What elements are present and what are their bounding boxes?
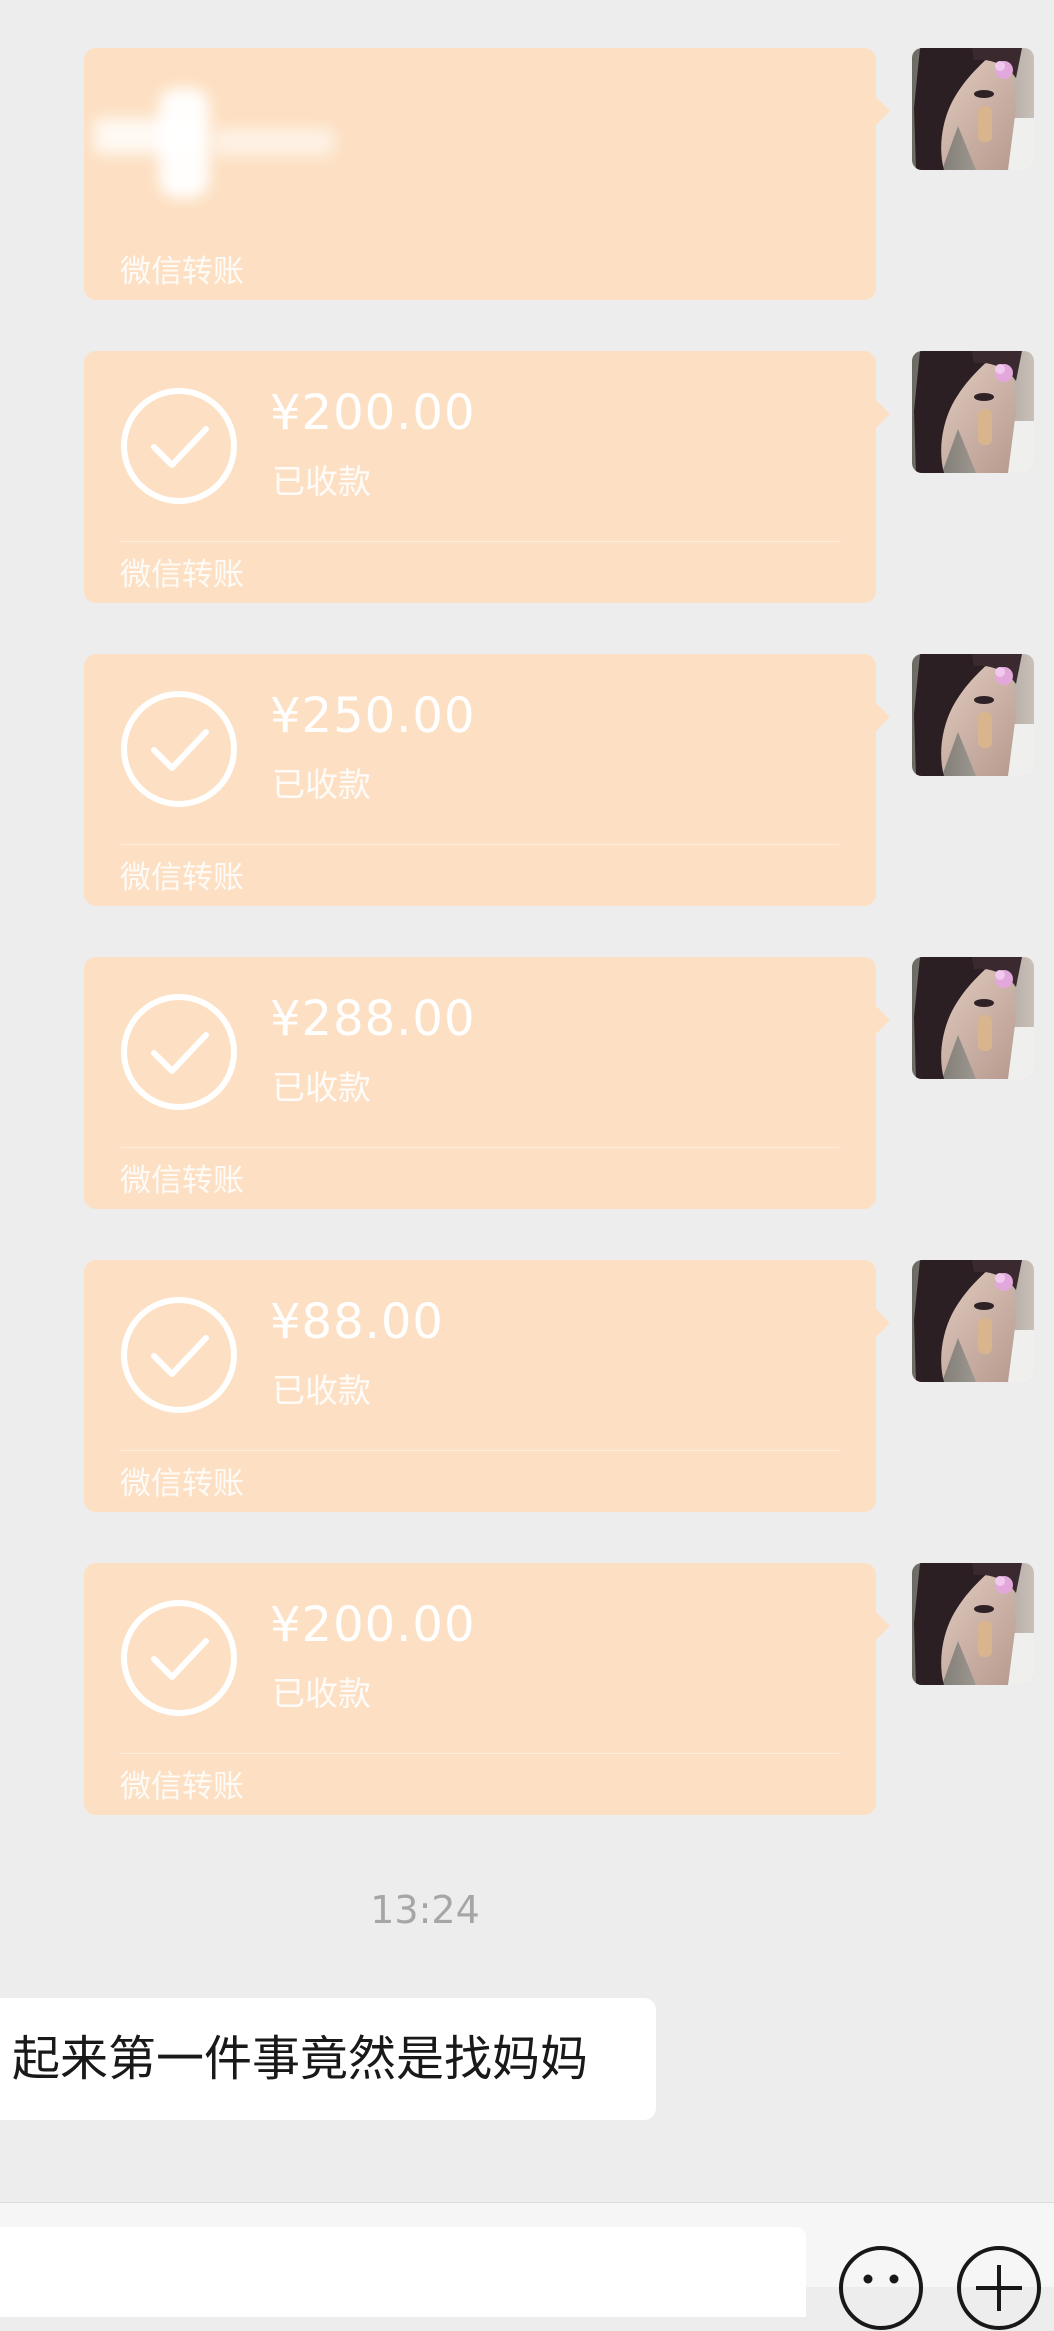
transfer-label: 微信转账	[120, 1163, 244, 1199]
transfer-bubble[interactable]: ¥288.00 已收款 微信转账	[84, 957, 890, 1209]
transfer-status: 已收款	[272, 462, 371, 501]
avatar[interactable]	[912, 48, 1034, 170]
bubble-divider	[120, 1450, 840, 1451]
transfer-amount: ¥88.00	[270, 1294, 444, 1350]
transfer-message-row: 微信转账	[0, 48, 1054, 300]
chat-area: 微信转账 ¥200.00 已收款 微信转账 ¥250.00 已收款 微信转账 ¥…	[0, 0, 1054, 2330]
blurred-amount	[84, 78, 344, 228]
incoming-text-message[interactable]: 起来第一件事竟然是找妈妈	[0, 1998, 656, 2120]
check-circle-icon	[121, 1297, 237, 1413]
transfer-status: 已收款	[272, 765, 371, 804]
transfer-label: 微信转账	[120, 557, 244, 593]
transfer-message-row: ¥88.00 已收款 微信转账	[0, 1260, 1054, 1512]
bubble-divider	[120, 541, 840, 542]
transfer-bubble[interactable]: ¥250.00 已收款 微信转账	[84, 654, 890, 906]
transfer-label: 微信转账	[120, 1769, 244, 1805]
avatar[interactable]	[912, 957, 1034, 1079]
input-toolbar	[0, 2202, 1054, 2330]
avatar[interactable]	[912, 654, 1034, 776]
message-input[interactable]	[0, 2227, 806, 2317]
transfer-amount: ¥200.00	[270, 385, 476, 441]
transfer-bubble[interactable]: ¥200.00 已收款 微信转账	[84, 1563, 890, 1815]
check-circle-icon	[121, 388, 237, 504]
bubble-divider	[120, 844, 840, 845]
transfer-bubble[interactable]: ¥88.00 已收款 微信转账	[84, 1260, 890, 1512]
avatar[interactable]	[912, 351, 1034, 473]
check-circle-icon	[121, 994, 237, 1110]
check-circle-icon	[121, 691, 237, 807]
transfer-message-row: ¥288.00 已收款 微信转账	[0, 957, 1054, 1209]
transfer-label: 微信转账	[120, 254, 244, 290]
transfer-amount: ¥200.00	[270, 1597, 476, 1653]
transfer-status: 已收款	[272, 1371, 371, 1410]
transfer-bubble[interactable]: 微信转账	[84, 48, 890, 300]
transfer-bubble[interactable]: ¥200.00 已收款 微信转账	[84, 351, 890, 603]
bubble-divider	[120, 1147, 840, 1148]
transfer-status: 已收款	[272, 1068, 371, 1107]
transfer-amount: ¥250.00	[270, 688, 476, 744]
transfer-message-row: ¥200.00 已收款 微信转账	[0, 1563, 1054, 1815]
transfer-label: 微信转账	[120, 1466, 244, 1502]
check-circle-icon	[121, 1600, 237, 1716]
bubble-divider	[120, 1753, 840, 1754]
transfer-status: 已收款	[272, 1674, 371, 1713]
avatar[interactable]	[912, 1260, 1034, 1382]
plus-circle-icon[interactable]	[956, 2245, 1042, 2331]
transfer-amount: ¥288.00	[270, 991, 476, 1047]
message-timestamp: 13:24	[370, 1888, 480, 1932]
transfer-message-row: ¥250.00 已收款 微信转账	[0, 654, 1054, 906]
avatar[interactable]	[912, 1563, 1034, 1685]
smile-icon[interactable]	[838, 2245, 924, 2331]
transfer-label: 微信转账	[120, 860, 244, 896]
transfer-message-row: ¥200.00 已收款 微信转账	[0, 351, 1054, 603]
